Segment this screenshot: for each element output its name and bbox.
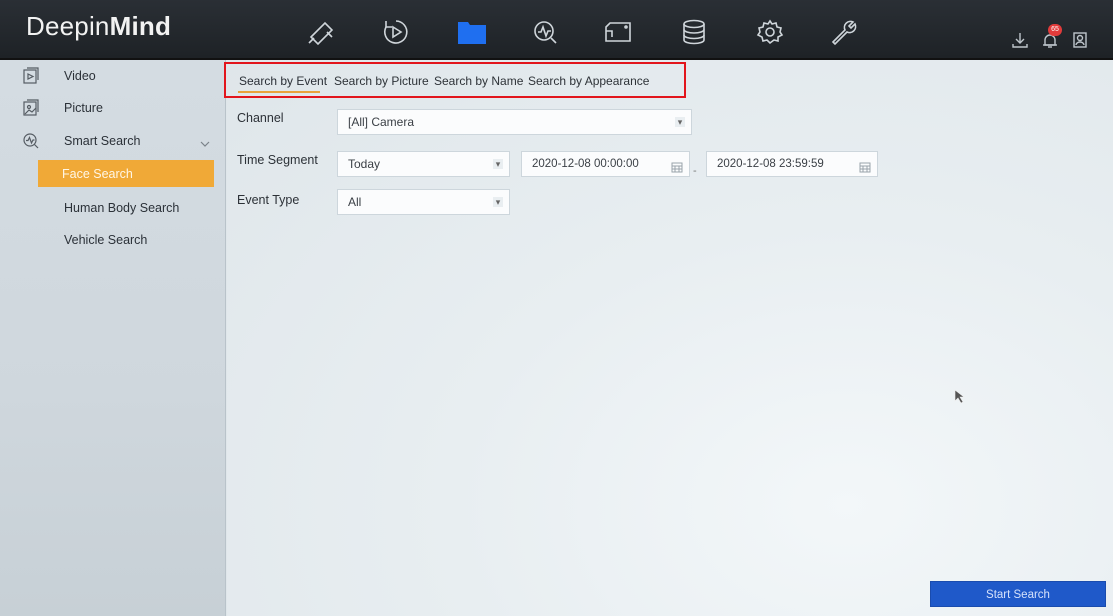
sidebar-item-label: Human Body Search [64, 201, 180, 215]
mouse-cursor-icon [954, 389, 966, 405]
sidebar-item-smart-search[interactable]: Smart Search [0, 127, 220, 155]
dropdown-caret-icon[interactable]: ▾ [493, 197, 503, 207]
tab-search-by-event[interactable]: Search by Event [239, 74, 327, 88]
dropdown-caret-icon[interactable]: ▾ [493, 159, 503, 169]
start-time-field[interactable]: 2020-12-08 00:00:00 [521, 151, 690, 177]
tab-search-by-name[interactable]: Search by Name [434, 74, 523, 88]
maintenance-icon[interactable] [826, 16, 862, 48]
alarm-count-badge: 65 [1048, 24, 1062, 36]
range-separator: - [693, 165, 697, 177]
time-segment-value: Today [348, 157, 381, 171]
sidebar-item-picture[interactable]: Picture [0, 94, 220, 122]
camera-icon[interactable] [303, 16, 339, 48]
time-segment-label: Time Segment [237, 153, 318, 167]
channel-label: Channel [237, 111, 284, 125]
storage-icon[interactable] [676, 16, 712, 48]
user-icon[interactable] [1070, 30, 1090, 50]
sidebar-item-label: Video [64, 69, 96, 83]
main-content [227, 60, 1113, 616]
sidebar-item-vehicle-search[interactable]: Vehicle Search [0, 226, 220, 254]
video-file-icon [22, 67, 40, 85]
sidebar-item-face-search[interactable]: Face Search [38, 160, 214, 187]
tab-search-by-appearance[interactable]: Search by Appearance [528, 74, 649, 88]
sidebar-item-label: Smart Search [64, 134, 141, 148]
smart-search-icon [22, 132, 40, 150]
top-bar: DeepinMind 65 [0, 0, 1113, 60]
dropdown-caret-icon[interactable]: ▾ [675, 117, 685, 127]
start-search-button[interactable]: Start Search [930, 581, 1106, 607]
smart-analysis-icon[interactable] [527, 16, 563, 48]
sidebar-item-label: Face Search [62, 166, 133, 181]
playback-icon[interactable] [378, 16, 414, 48]
sidebar-item-human-body-search[interactable]: Human Body Search [0, 194, 220, 222]
start-time-value: 2020-12-08 00:00:00 [532, 158, 639, 170]
picture-file-icon [22, 99, 40, 117]
event-type-select[interactable]: All ▾ [337, 189, 510, 215]
tab-search-by-picture[interactable]: Search by Picture [334, 74, 429, 88]
channel-value: [All] Camera [348, 115, 415, 129]
end-time-value: 2020-12-08 23:59:59 [717, 158, 824, 170]
event-type-label: Event Type [237, 193, 300, 207]
sidebar-item-video[interactable]: Video [0, 62, 220, 90]
calendar-icon[interactable] [671, 158, 683, 173]
sidebar-item-label: Vehicle Search [64, 233, 148, 247]
time-segment-select[interactable]: Today ▾ [337, 151, 510, 177]
download-icon[interactable] [1010, 30, 1030, 50]
logo-text-part2: Mind [109, 11, 172, 41]
active-tab-indicator [238, 91, 320, 93]
folder-icon[interactable] [454, 16, 490, 48]
calendar-icon[interactable] [859, 158, 871, 173]
channel-select[interactable]: [All] Camera ▾ [337, 109, 692, 135]
end-time-field[interactable]: 2020-12-08 23:59:59 [706, 151, 878, 177]
app-logo: DeepinMind [26, 11, 171, 42]
sidebar-item-label: Picture [64, 101, 103, 115]
chevron-down-icon[interactable] [200, 137, 210, 147]
screen-icon[interactable] [600, 16, 636, 48]
settings-icon[interactable] [752, 16, 788, 48]
logo-text-part1: Deepin [26, 11, 110, 41]
event-type-value: All [348, 195, 362, 209]
